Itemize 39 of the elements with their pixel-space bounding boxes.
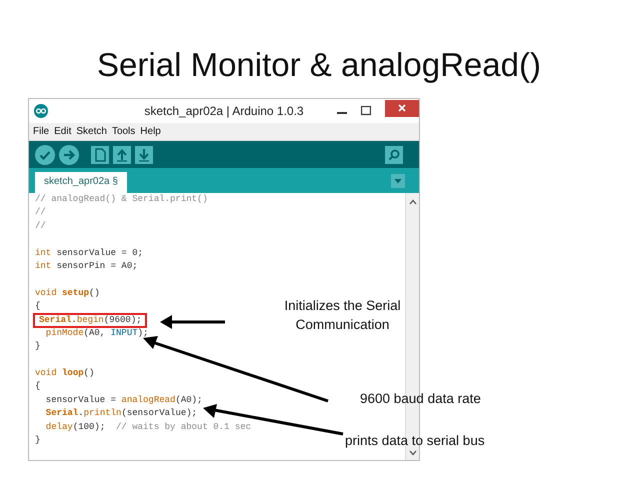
scroll-up-icon[interactable] [408,199,416,205]
maximize-icon[interactable] [361,106,371,116]
verify-icon[interactable] [35,144,55,164]
menu-item[interactable]: Help [140,126,161,137]
annotation-text: prints data to serial bus [345,432,485,450]
code-line: pinMode(A0, INPUT); [44,326,148,340]
app-logo-icon [34,104,48,118]
code-line: // [35,220,46,233]
menu-item[interactable]: Sketch [76,126,107,137]
code-line: int sensorValue = 0; [35,246,144,260]
slide-title: Serial Monitor & analogRead() [96,45,542,85]
code-line: Serial.begin(9600); [35,314,145,326]
scroll-down-icon[interactable] [408,450,416,456]
close-button[interactable] [385,100,419,116]
code-line: sensorValue = analogRead(A0); [44,394,202,407]
menu-item[interactable]: Edit [54,126,72,137]
tab-menu-icon[interactable] [391,174,405,188]
menu-item[interactable]: Tools [112,126,136,137]
code-line: void setup() [35,286,100,300]
annotation-text: 9600 baud data rate [360,390,481,408]
code-line: void loop() [35,367,94,380]
menu-item[interactable]: File [33,126,50,137]
code-line: // [35,206,46,220]
code-line: delay(100); // waits by about 0.1 sec [44,420,252,434]
code-line: // analogRead() & Serial.print() [35,193,208,206]
sketch-tab[interactable]: sketch_apr02a § [35,172,127,193]
code-line: } [35,340,40,354]
code-line: } [35,434,40,448]
new-file-icon[interactable] [91,146,109,164]
annotation-text: Initializes the Serial Communication [283,297,402,334]
code-line: { [35,300,40,314]
upload-icon[interactable] [59,144,79,164]
code-line: int sensorPin = A0; [35,260,138,273]
arrow [160,315,225,329]
code-line: Serial.println(sensorValue); [44,407,198,420]
search-icon[interactable] [385,146,403,164]
code-line: { [35,380,40,394]
window-title: sketch_apr02a | Arduino 1.0.3 [144,104,304,118]
close-icon [398,104,406,112]
